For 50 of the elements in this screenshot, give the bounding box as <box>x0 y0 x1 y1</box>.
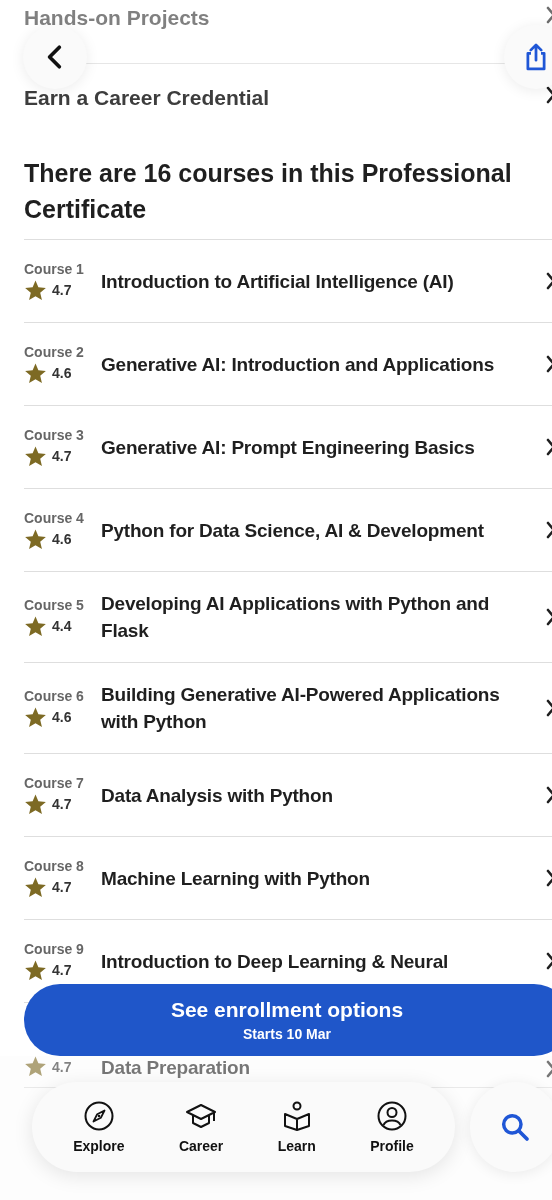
search-icon <box>499 1111 531 1143</box>
tab-item[interactable]: Learn <box>271 1096 322 1158</box>
section-title: Hands-on Projects <box>24 6 210 30</box>
rating-value: 4.7 <box>52 962 72 978</box>
course-title[interactable]: Python for Data Science, AI & Development <box>101 516 492 544</box>
section-title: Earn a Career Credential <box>24 86 270 110</box>
course-title[interactable]: Building Generative AI-Powered Applications with Python <box>101 681 546 735</box>
course-number: Course 6 <box>24 687 85 704</box>
rating-value: 4.7 <box>52 1058 72 1075</box>
rating-value: 4.7 <box>52 448 72 464</box>
rating-value: 4.7 <box>52 879 72 895</box>
course-number: Course 8 <box>24 857 85 874</box>
course-title[interactable]: Introduction to Deep Learning & Neural <box>101 947 457 975</box>
tab-item[interactable]: Explore <box>67 1096 131 1158</box>
star-icon <box>24 527 47 551</box>
rating-value: 4.6 <box>52 531 72 547</box>
rating-value: 4.6 <box>52 365 72 381</box>
star-icon <box>24 614 47 638</box>
rating-value: 4.7 <box>52 796 72 812</box>
tab-item[interactable]: Profile <box>364 1096 420 1158</box>
star-icon <box>24 361 47 385</box>
course-title[interactable]: Generative AI: Introduction and Applications <box>101 350 503 378</box>
star-icon <box>24 444 47 468</box>
rating-value: 4.7 <box>52 282 72 298</box>
course-number: Course 4 <box>24 509 85 526</box>
course-number: Course 3 <box>24 426 85 443</box>
star-icon <box>24 958 47 982</box>
profile-icon <box>376 1100 408 1132</box>
course-number: Course 2 <box>24 343 85 360</box>
compass-icon <box>82 1100 115 1132</box>
rating-value: 4.4 <box>52 618 72 634</box>
course-title[interactable]: Machine Learning with Python <box>101 864 378 892</box>
section-heading: There are 16 courses in this Professional Certificate <box>24 155 552 240</box>
course-title[interactable]: Introduction to Artificial Intelligence (AI) <box>101 267 462 295</box>
star-icon <box>24 875 47 899</box>
enrollment-button[interactable]: See enrollment options Starts 10 Mar <box>24 984 552 1056</box>
course-title[interactable]: Data Preparation <box>101 1057 258 1078</box>
course-number: Course 1 <box>24 260 85 277</box>
course-title[interactable]: Developing AI Applications with Python and Flask <box>101 590 546 644</box>
course-number: Course 7 <box>24 774 85 791</box>
course-number: Course 5 <box>24 596 85 613</box>
rating-value: 4.6 <box>52 709 72 725</box>
course-number: Course 9 <box>24 940 85 957</box>
star-icon <box>24 705 47 729</box>
course-title[interactable]: Data Analysis with Python <box>101 781 341 809</box>
star-icon <box>24 792 47 816</box>
star-icon <box>24 1055 47 1078</box>
star-icon <box>24 278 47 302</box>
course-title[interactable]: Generative AI: Prompt Engineering Basics <box>101 433 483 461</box>
tab-item[interactable]: Career <box>172 1096 230 1158</box>
